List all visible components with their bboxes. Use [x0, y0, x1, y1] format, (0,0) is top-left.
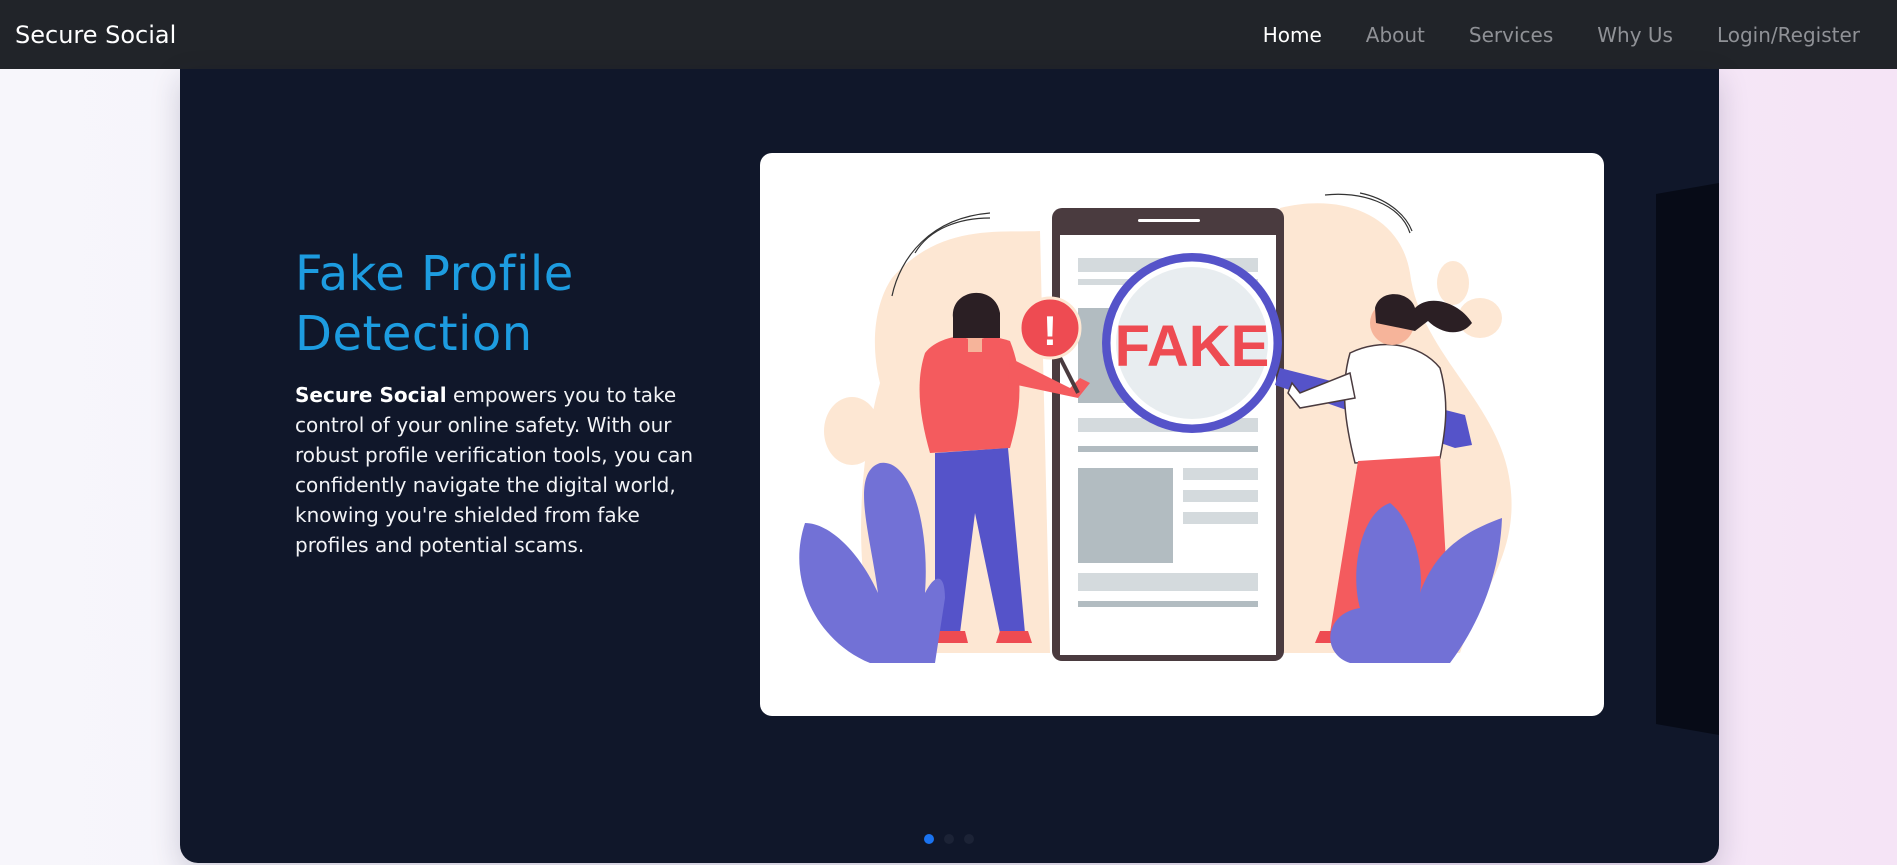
hero-carousel[interactable]: Fake Profile Detection Secure Social emp… [180, 69, 1719, 863]
nav-link-services[interactable]: Services [1447, 23, 1575, 47]
nav-link-login-register[interactable]: Login/Register [1695, 23, 1860, 47]
slide-description-body: empowers you to take control of your onl… [295, 383, 694, 557]
slide-description-brand: Secure Social [295, 383, 447, 407]
slide-text: Fake Profile Detection Secure Social emp… [295, 244, 715, 560]
next-slide-peek[interactable] [1656, 183, 1719, 735]
alert-icon: ! [1043, 307, 1057, 354]
brand-logo-link[interactable]: Secure Social [15, 21, 176, 49]
carousel-indicator-1[interactable] [924, 834, 934, 844]
navbar: Secure Social Home About Services Why Us… [0, 0, 1897, 69]
fake-stamp-text: FAKE [1115, 314, 1270, 379]
fake-profile-magnifier-illustration: FAKE ! [799, 192, 1512, 663]
slide-description: Secure Social empowers you to take contr… [295, 380, 715, 560]
fake-profile-illustration: FAKE ! [760, 153, 1604, 716]
carousel-indicator-2[interactable] [944, 834, 954, 844]
slide-title: Fake Profile Detection [295, 246, 574, 362]
nav-link-why-us[interactable]: Why Us [1575, 23, 1695, 47]
nav-link-about[interactable]: About [1344, 23, 1447, 47]
carousel-indicators [924, 834, 974, 844]
nav-links: Home About Services Why Us Login/Registe… [1241, 23, 1860, 47]
nav-link-home[interactable]: Home [1241, 23, 1344, 47]
carousel-indicator-3[interactable] [964, 834, 974, 844]
